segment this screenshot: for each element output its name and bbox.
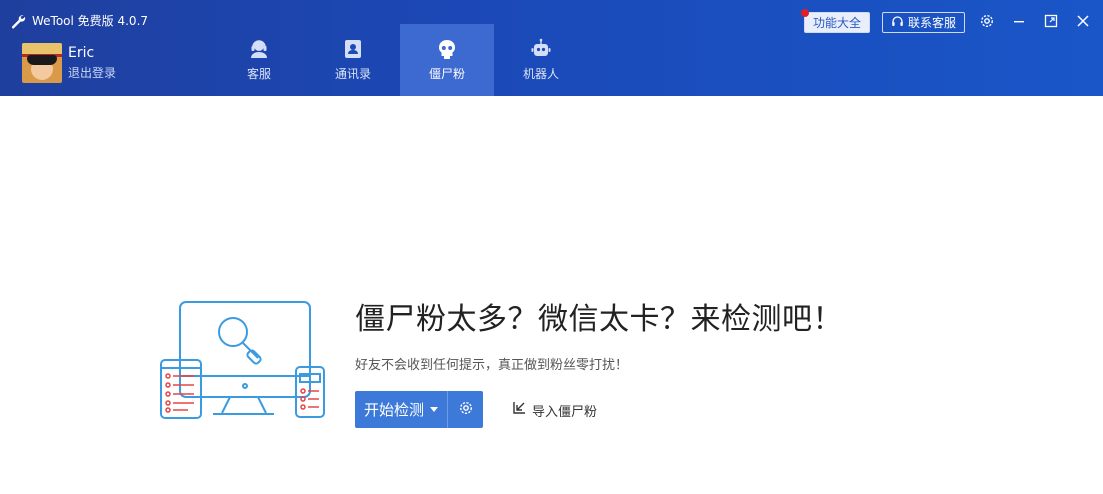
tab-robot[interactable]: 机器人 xyxy=(494,24,588,96)
headset-icon xyxy=(248,38,270,60)
user-profile[interactable]: Eric 退出登录 xyxy=(22,43,116,83)
title-bar: WeTool 免费版 4.0.7 Eric 退出登录 客服 通讯录 僵尸粉 机器… xyxy=(0,0,1103,96)
support-label: 联系客服 xyxy=(907,16,956,30)
caret-down-icon[interactable] xyxy=(430,407,438,412)
contact-card-icon xyxy=(342,38,364,60)
headphones-icon xyxy=(891,15,904,31)
avatar[interactable] xyxy=(22,43,62,83)
user-name: Eric xyxy=(68,45,95,61)
minimize-button[interactable] xyxy=(1009,13,1029,33)
app-title: WeTool 免费版 4.0.7 xyxy=(32,14,149,28)
start-detection-label: 开始检测 xyxy=(363,401,424,419)
window-controls: 功能大全 联系客服 xyxy=(800,9,1093,33)
tab-zombie-fans[interactable]: 僵尸粉 xyxy=(400,24,494,96)
notification-dot xyxy=(800,9,809,17)
features-label: 功能大全 xyxy=(812,16,861,30)
tab-label: 通讯录 xyxy=(334,67,371,81)
skull-icon xyxy=(436,38,458,60)
hero-title: 僵尸粉太多？微信太卡？来检测吧！ xyxy=(355,302,843,337)
close-icon xyxy=(1076,14,1090,32)
tab-label: 客服 xyxy=(246,67,271,81)
maximize-icon xyxy=(1044,14,1058,32)
detection-settings-button[interactable] xyxy=(447,391,483,428)
tab-label: 机器人 xyxy=(522,67,559,81)
logout-link[interactable]: 退出登录 xyxy=(68,64,116,81)
gear-icon xyxy=(458,400,474,420)
main-nav: 客服 通讯录 僵尸粉 机器人 xyxy=(212,24,588,96)
support-button[interactable]: 联系客服 xyxy=(881,12,965,33)
settings-button[interactable] xyxy=(977,13,997,33)
hero-subtitle: 好友不会收到任何提示，真正做到粉丝零打扰！ xyxy=(355,358,629,373)
tab-customer-service[interactable]: 客服 xyxy=(212,24,306,96)
tab-contacts[interactable]: 通讯录 xyxy=(306,24,400,96)
app-title-row: WeTool 免费版 4.0.7 xyxy=(10,12,148,29)
import-zombie-fans-button[interactable]: 导入僵尸粉 xyxy=(510,399,597,421)
start-detection-button[interactable]: 开始检测 xyxy=(355,391,447,428)
gear-icon xyxy=(979,13,995,33)
robot-icon xyxy=(530,38,552,60)
start-detection-group: 开始检测 xyxy=(355,391,483,428)
device-scan-illustration xyxy=(158,298,328,427)
tab-label: 僵尸粉 xyxy=(428,67,465,81)
wrench-icon xyxy=(10,13,26,29)
minimize-icon xyxy=(1012,14,1026,32)
import-label: 导入僵尸粉 xyxy=(532,404,598,420)
import-arrow-icon xyxy=(510,399,528,421)
maximize-button[interactable] xyxy=(1041,13,1061,33)
close-button[interactable] xyxy=(1073,13,1093,33)
features-button[interactable]: 功能大全 xyxy=(800,9,870,33)
